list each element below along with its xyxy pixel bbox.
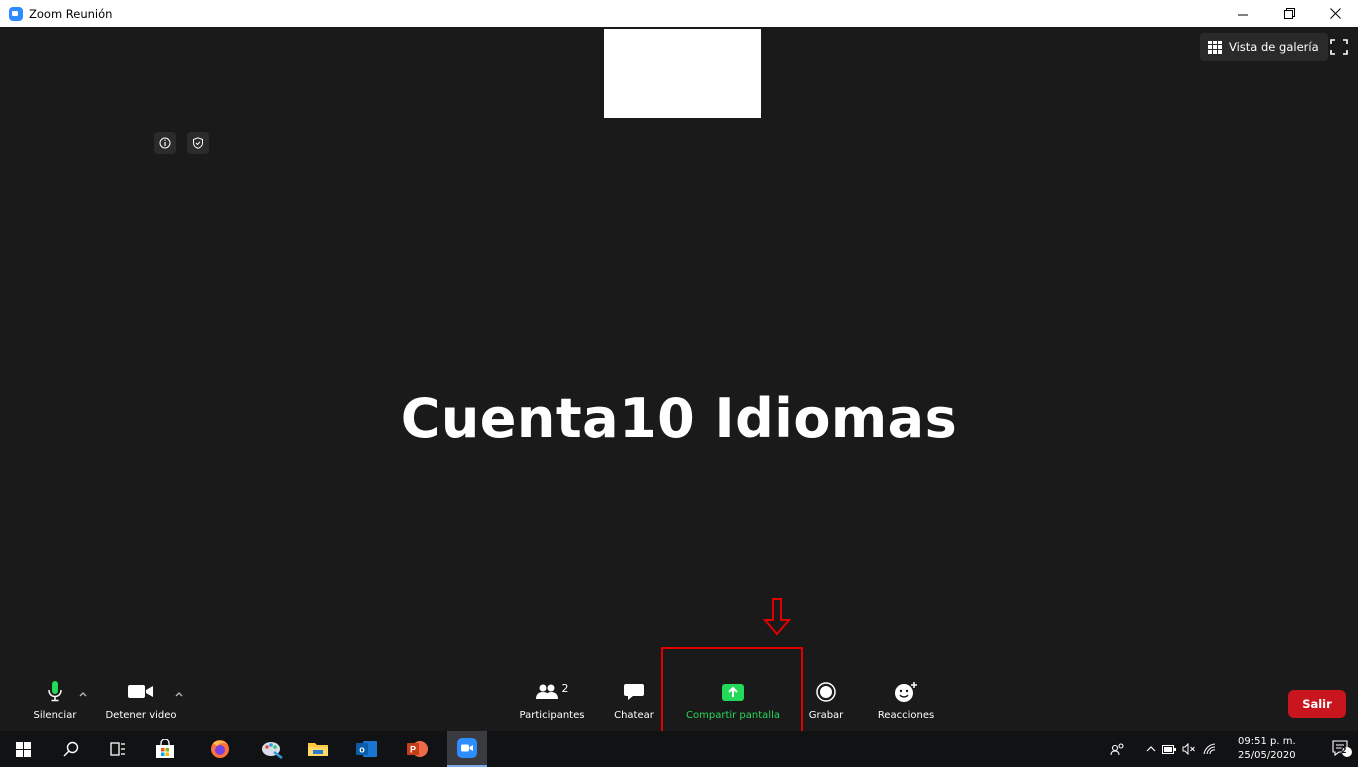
gallery-view-button[interactable]: Vista de galería [1200,33,1328,61]
grid-icon [1208,40,1222,54]
show-hidden-icons-button[interactable] [1142,731,1160,767]
taskbar-clock[interactable]: 09:51 p. m. 25/05/2020 [1238,735,1296,763]
minimize-icon [1238,14,1248,15]
zoom-taskbar-button[interactable] [447,731,487,767]
zoom-logo-icon [9,6,23,21]
reactions-button[interactable]: Reacciones [868,680,944,721]
chat-label: Chatear [614,710,654,721]
participant-name-display: Cuenta10 Idiomas [400,387,958,450]
participants-label: Participantes [519,710,585,721]
file-explorer-icon [308,743,328,756]
reactions-label: Reacciones [877,710,935,721]
leave-meeting-button[interactable]: Salir [1288,690,1346,718]
security-button[interactable] [187,132,209,154]
microphone-icon [48,681,62,702]
network-button[interactable] [1200,731,1220,767]
firefox-icon [211,740,229,758]
self-video-tile[interactable] [604,29,761,118]
paint-button[interactable] [257,731,287,767]
participants-count: 2 [561,681,569,695]
mute-label: Silenciar [33,710,77,721]
action-center-button[interactable]: 2 [1330,731,1354,767]
mute-button[interactable]: Silenciar [26,680,84,721]
participants-icon [535,684,558,699]
shield-icon [193,137,203,149]
fullscreen-icon[interactable] [1330,39,1348,55]
powerpoint-icon: P [407,741,428,757]
people-button[interactable] [1106,731,1130,767]
search-icon [63,741,79,757]
windows-start-icon [15,741,31,757]
gallery-view-label: Vista de galería [1229,40,1319,54]
outlook-icon: o [356,741,377,757]
volume-muted-icon [1182,743,1195,755]
record-button[interactable]: Grabar [802,680,850,721]
chevron-up-icon [1146,746,1156,752]
meeting-info-button[interactable] [154,132,176,154]
stop-video-button[interactable]: Detener video [100,680,182,721]
minimize-button[interactable] [1220,0,1266,27]
battery-icon [1162,744,1176,754]
firefox-button[interactable] [205,731,235,767]
zoom-icon [457,738,477,758]
wifi-icon [1203,743,1216,755]
close-icon [1329,8,1341,19]
info-icon [159,137,171,149]
paint-icon [262,742,283,759]
clock-date: 25/05/2020 [1238,750,1296,761]
stop-video-label: Detener video [105,710,177,721]
restore-button[interactable] [1266,0,1312,27]
volume-button[interactable] [1180,731,1198,767]
reactions-icon [895,682,917,702]
outlook-button[interactable]: o [352,731,382,767]
clock-time: 09:51 p. m. [1238,736,1296,747]
window-title: Zoom Reunión [29,6,113,21]
taskbar-search-button[interactable] [56,731,86,767]
people-icon [1110,743,1124,756]
notification-count-badge: 2 [1341,746,1347,755]
powerpoint-button[interactable]: P [403,731,433,767]
windows-start-button[interactable] [8,731,38,767]
participants-button[interactable]: 2 Participantes [514,680,590,722]
windows-taskbar: o P 09:51 p. m. 25/05/2020 2 [0,731,1358,767]
svg-text:P: P [410,745,416,755]
video-options-caret-icon[interactable] [174,690,184,698]
video-camera-icon [128,685,153,698]
task-view-button[interactable] [103,731,133,767]
chat-button[interactable]: Chatear [608,680,660,721]
audio-options-caret-icon[interactable] [78,690,88,698]
meeting-area: Vista de galería Cuenta10 Idiomas [8,27,1350,731]
svg-text:o: o [359,745,365,755]
close-button[interactable] [1312,0,1358,27]
down-arrow-icon [763,598,791,636]
restore-icon [1283,8,1295,19]
chat-icon [624,684,644,700]
store-button[interactable] [150,731,180,767]
title-bar: Zoom Reunión [0,0,1358,27]
battery-button[interactable] [1160,731,1178,767]
file-explorer-button[interactable] [303,731,333,767]
record-label: Grabar [808,710,844,721]
task-view-icon [110,742,125,756]
record-icon [816,682,836,702]
store-icon [156,739,174,758]
